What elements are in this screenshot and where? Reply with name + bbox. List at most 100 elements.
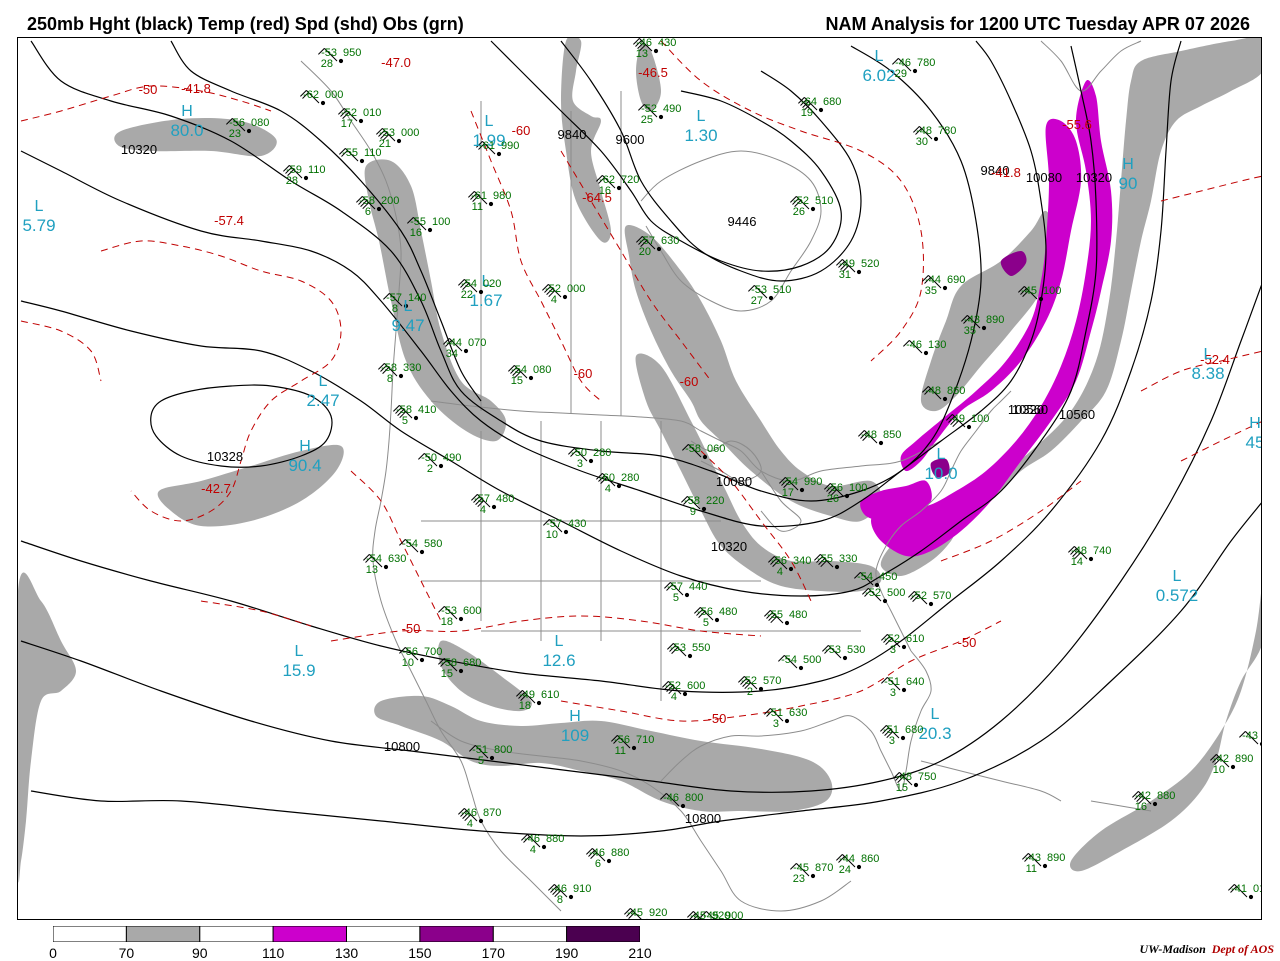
center-value: 15.9: [282, 661, 315, 680]
pressure-center: L12.6: [542, 633, 575, 670]
speed-area-12: [1070, 593, 1261, 872]
obs-height: 510: [815, 195, 833, 207]
obs-height: 100: [849, 482, 867, 494]
obs-temperature: -62: [303, 89, 319, 101]
center-symbol: L: [1204, 346, 1213, 363]
height-label: 9600: [616, 132, 645, 147]
center-value: 1.30: [684, 126, 717, 145]
legend-tick-label: 130: [334, 945, 359, 961]
obs-speed: 4: [605, 483, 611, 495]
station-dot: [900, 735, 906, 741]
obs-height: 080: [251, 117, 269, 129]
temperature-label: -41.8: [181, 81, 211, 96]
station-obs: -46 8704: [461, 807, 501, 830]
station-dot: [303, 175, 309, 181]
station-dot: [536, 700, 542, 706]
station-dot: [928, 601, 934, 607]
obs-height: 600: [687, 680, 705, 692]
obs-height: 880: [546, 833, 564, 845]
station-obs: -44 86024: [839, 853, 880, 876]
station-dot: [359, 158, 365, 164]
station-dot: [478, 818, 484, 824]
obs-speed: 23: [229, 128, 241, 140]
temperature-label: -60: [574, 366, 593, 381]
obs-height: 220: [706, 495, 724, 507]
station-dot: [1230, 764, 1236, 770]
obs-temperature: -61: [479, 140, 495, 152]
station-dot: [606, 858, 612, 864]
obs-height: 570: [933, 590, 951, 602]
obs-temperature: -43: [1242, 730, 1258, 742]
station-obs: -51 6403: [884, 676, 924, 699]
obs-speed: 34: [446, 348, 458, 360]
obs-height: 980: [493, 190, 511, 202]
height-label: 10800: [384, 739, 420, 754]
temperature-contour-5: [330, 615, 762, 642]
obs-height: 070: [468, 337, 486, 349]
legend-swatch: [566, 926, 640, 942]
temperature-label: -55.6: [1062, 117, 1092, 132]
station-dot: [768, 295, 774, 301]
station-obs: -55 110: [342, 147, 381, 159]
obs-height: 750: [918, 771, 936, 783]
obs-speed: 22: [461, 289, 473, 301]
obs-speed: 11: [1026, 863, 1037, 875]
station-dot: [901, 644, 907, 650]
obs-temperature: -55: [767, 609, 783, 621]
temperature-contour-13: [200, 600, 312, 627]
center-value: 10.0: [924, 464, 957, 483]
station-obs: -55 10016: [410, 216, 451, 239]
analysis-time: NAM Analysis for 1200 UTC Tuesday APR 07…: [825, 14, 1251, 34]
obs-speed: 29: [895, 68, 907, 80]
station-dot: [701, 506, 707, 512]
obs-height: 480: [719, 606, 737, 618]
station-dot: [799, 487, 805, 493]
height-label: 10560: [1059, 407, 1095, 422]
station-obs: -49 61018: [519, 689, 560, 712]
station-obs: -52 570: [911, 590, 951, 602]
obs-speed: 25: [641, 114, 653, 126]
station-obs: -49 100: [949, 413, 989, 425]
obs-speed: 17: [782, 487, 794, 499]
legend-tick-label: 70: [118, 945, 135, 961]
obs-speed: 16: [410, 227, 422, 239]
station-obs: -51 6803: [883, 724, 923, 747]
pressure-center: L5.79: [22, 198, 55, 235]
station-obs: -52 5702: [741, 675, 781, 698]
legend-swatch: [199, 926, 274, 942]
obs-speed: 4: [530, 844, 536, 856]
pressure-center: H45: [1246, 415, 1261, 452]
station-dot: [810, 873, 816, 879]
station-obs: -50 2803: [571, 447, 611, 470]
obs-temperature: -48: [925, 385, 941, 397]
obs-height: 690: [947, 274, 965, 286]
obs-height: 010: [1253, 883, 1262, 895]
temperature-label: -46.5: [638, 65, 668, 80]
station-dot: [933, 136, 939, 142]
height-label: 9446: [728, 214, 757, 229]
obs-height: 280: [621, 472, 639, 484]
station-obs: -58 4105: [396, 404, 436, 427]
station-obs: -56 70010: [402, 646, 443, 669]
obs-temperature: -46: [906, 339, 922, 351]
obs-temperature: -54: [857, 571, 873, 583]
station-obs: -58 3308: [381, 362, 421, 385]
center-value: 5.79: [22, 216, 55, 235]
obs-height: 600: [463, 605, 481, 617]
obs-speed: 27: [751, 295, 763, 307]
legend-swatch: [125, 926, 201, 942]
center-symbol: H: [1249, 415, 1261, 432]
obs-height: 640: [906, 676, 924, 688]
station-dot: [588, 458, 594, 464]
obs-height: 680: [823, 96, 841, 108]
station-obs: -52 0004: [545, 283, 585, 306]
station-obs: -62 000: [303, 89, 343, 101]
pressure-center: L6.02: [862, 48, 895, 85]
center-value: 90.4: [288, 456, 321, 475]
obs-temperature: -58: [685, 443, 701, 455]
obs-height: 890: [1047, 852, 1065, 864]
station-dot: [396, 138, 402, 144]
obs-speed: 23: [793, 873, 805, 885]
obs-speed: 6: [365, 206, 371, 218]
station-dot: [463, 348, 469, 354]
